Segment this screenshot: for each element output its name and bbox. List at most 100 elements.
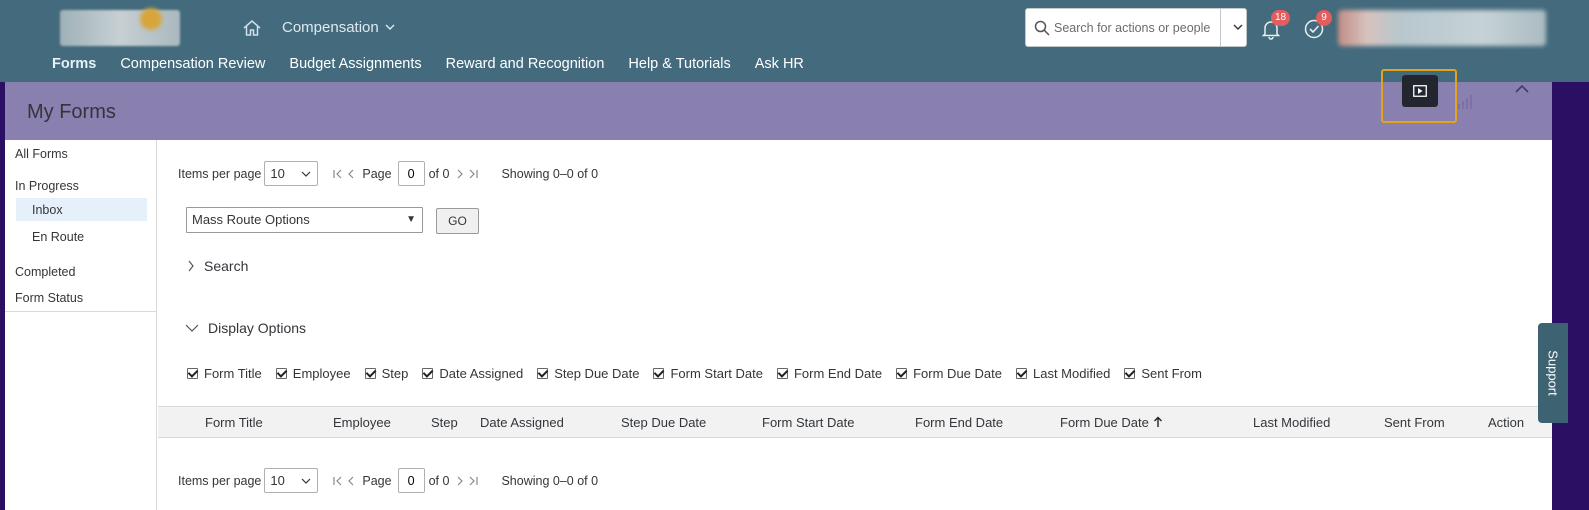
forms-sidebar: All Forms In Progress Inbox En Route Com… <box>5 140 157 510</box>
nav-item-ask-hr[interactable]: Ask HR <box>755 56 804 80</box>
checkbox-form-due-date[interactable]: Form Due Date <box>896 366 1002 381</box>
items-per-page-value: 10 <box>270 166 285 181</box>
collapse-header-icon[interactable] <box>1514 82 1530 96</box>
checkbox-last-modified[interactable]: Last Modified <box>1015 366 1110 381</box>
sidebar-item-inbox[interactable]: Inbox <box>32 203 63 217</box>
chevron-down-icon <box>385 24 395 30</box>
support-label: Support <box>1545 350 1561 396</box>
display-options-checkboxes: Form Title Employee Step Date Assigned S… <box>187 366 1216 381</box>
home-icon[interactable] <box>242 18 262 38</box>
sidebar-item-en-route[interactable]: En Route <box>32 230 84 244</box>
search-input[interactable] <box>1054 20 1222 35</box>
video-tutorial-button[interactable] <box>1381 69 1457 123</box>
first-page-icon[interactable] <box>332 168 344 180</box>
sidebar-item-form-status[interactable]: Form Status <box>15 291 83 305</box>
previous-page-icon[interactable] <box>346 168 356 180</box>
checkbox-label: Form End Date <box>793 366 883 381</box>
mass-route-value: Mass Route Options <box>192 212 310 227</box>
nav-item-help-tutorials[interactable]: Help & Tutorials <box>628 56 730 80</box>
forms-content: All Forms In Progress Inbox En Route Com… <box>5 140 1552 510</box>
column-header-sent-from[interactable]: Sent From <box>1384 415 1445 430</box>
logo-mark <box>140 8 162 30</box>
forms-table-header: Form Title Employee Step Date Assigned S… <box>158 406 1552 438</box>
search-icon[interactable] <box>1034 20 1050 36</box>
items-per-page-select[interactable]: 10 <box>264 468 319 493</box>
previous-page-icon[interactable] <box>346 475 356 487</box>
checkbox-label: Step Due Date <box>554 366 640 381</box>
column-header-form-end-date[interactable]: Form End Date <box>915 415 1003 430</box>
checkbox-label: Step <box>381 366 409 381</box>
nav-item-reward-recognition[interactable]: Reward and Recognition <box>446 56 605 80</box>
search-scope-dropdown[interactable] <box>1220 9 1246 46</box>
first-page-icon[interactable] <box>332 475 344 487</box>
checked-box <box>422 368 434 379</box>
dropdown-arrow-icon: ▼ <box>406 214 416 225</box>
search-section-toggle[interactable]: Search <box>187 258 248 274</box>
items-per-page-select[interactable]: 10 <box>264 161 319 186</box>
company-logo[interactable] <box>60 10 180 46</box>
items-per-page-label: Items per page <box>178 166 262 181</box>
page-number-input[interactable] <box>397 161 425 186</box>
checkbox-label: Form Due Date <box>913 366 1002 381</box>
mass-route-select[interactable]: Mass Route Options ▼ <box>186 207 423 233</box>
checked-box <box>275 368 287 379</box>
checkbox-sent-from[interactable]: Sent From <box>1124 366 1202 381</box>
last-page-icon[interactable] <box>467 475 479 487</box>
checkbox-label: Employee <box>292 366 351 381</box>
column-header-employee[interactable]: Employee <box>333 415 391 430</box>
last-page-icon[interactable] <box>467 168 479 180</box>
showing-range: Showing 0–0 of 0 <box>501 473 599 488</box>
checkbox-form-title[interactable]: Form Title <box>187 366 262 381</box>
column-header-form-start-date[interactable]: Form Start Date <box>762 415 854 430</box>
display-options-toggle[interactable]: Display Options <box>185 320 306 336</box>
page-header: My Forms <box>5 82 1552 140</box>
shell-bar: Compensation 18 9 Forms Compensation Rev… <box>0 0 1589 82</box>
module-switcher[interactable]: Compensation <box>282 19 395 36</box>
showing-range: Showing 0–0 of 0 <box>501 166 599 181</box>
nav-item-compensation-review[interactable]: Compensation Review <box>120 56 265 80</box>
go-button[interactable]: GO <box>436 208 479 234</box>
page-number-input[interactable] <box>397 468 425 493</box>
sidebar-item-completed[interactable]: Completed <box>15 265 75 279</box>
nav-item-budget-assignments[interactable]: Budget Assignments <box>289 56 421 80</box>
checkbox-employee[interactable]: Employee <box>275 366 351 381</box>
column-header-last-modified[interactable]: Last Modified <box>1253 415 1330 430</box>
analytics-bars-icon[interactable] <box>1457 94 1473 110</box>
sidebar-item-all-forms[interactable]: All Forms <box>15 147 68 161</box>
support-tab[interactable]: Support <box>1538 323 1568 423</box>
checkbox-form-end-date[interactable]: Form End Date <box>776 366 883 381</box>
checkbox-label: Sent From <box>1141 366 1202 381</box>
next-page-icon[interactable] <box>455 475 465 487</box>
checkbox-step-due-date[interactable]: Step Due Date <box>537 366 639 381</box>
sort-ascending-icon <box>1153 416 1162 427</box>
nav-item-forms[interactable]: Forms <box>52 56 96 80</box>
checked-box <box>187 368 198 379</box>
column-header-step-due-date[interactable]: Step Due Date <box>621 415 706 430</box>
pager-bottom: Items per page 10 Page of 0 Showing 0–0 … <box>178 468 598 493</box>
column-header-date-assigned[interactable]: Date Assigned <box>480 415 564 430</box>
checked-box <box>364 368 376 379</box>
display-options-label: Display Options <box>208 320 307 336</box>
column-header-form-title[interactable]: Form Title <box>205 415 263 430</box>
checked-box <box>653 368 665 379</box>
notifications-badge: 18 <box>1271 10 1291 26</box>
module-label: Compensation <box>282 19 379 36</box>
page-label: Page <box>362 473 392 488</box>
user-profile-menu[interactable] <box>1338 10 1546 46</box>
sidebar-item-in-progress[interactable]: In Progress <box>15 179 79 193</box>
page-count-label: of 0 <box>428 166 450 181</box>
column-header-label: Form Due Date <box>1060 415 1149 430</box>
column-header-step[interactable]: Step <box>431 415 458 430</box>
checkbox-date-assigned[interactable]: Date Assigned <box>422 366 523 381</box>
pager-top: Items per page 10 Page of 0 Showing 0–0 … <box>178 161 598 186</box>
checkbox-step[interactable]: Step <box>364 366 409 381</box>
tasks-badge: 9 <box>1316 10 1332 26</box>
search-section-label: Search <box>204 258 249 274</box>
chevron-right-icon <box>188 260 194 272</box>
play-icon <box>1413 85 1427 97</box>
checkbox-label: Date Assigned <box>439 366 524 381</box>
checkbox-form-start-date[interactable]: Form Start Date <box>653 366 763 381</box>
column-header-action: Action <box>1488 415 1525 430</box>
next-page-icon[interactable] <box>455 168 465 180</box>
column-header-form-due-date[interactable]: Form Due Date <box>1060 415 1163 430</box>
